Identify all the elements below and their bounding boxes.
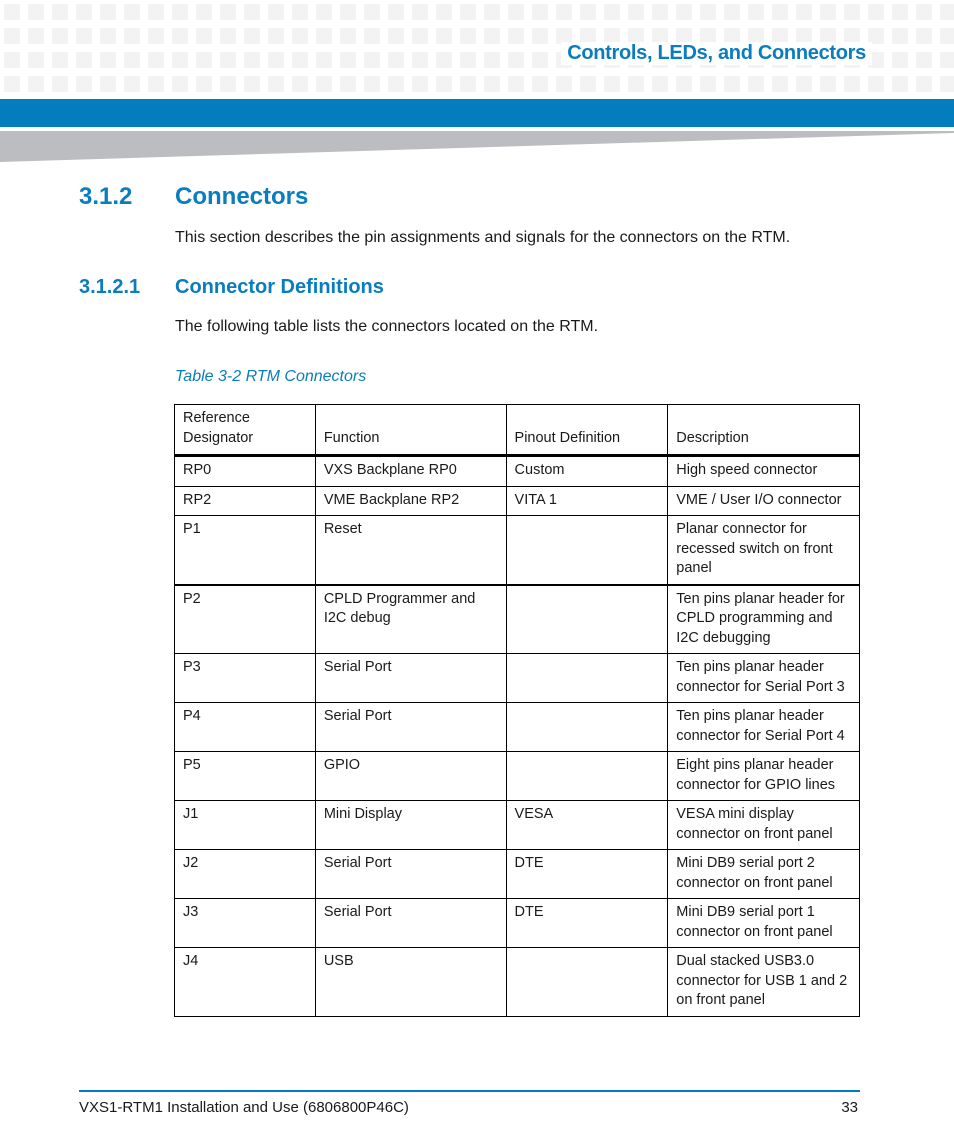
- cell-function: Serial Port: [314, 702, 507, 752]
- cell-description: Mini DB9 serial port 2 connector on fron…: [667, 849, 860, 899]
- table-row: P5 GPIO Eight pins planar header connector…: [174, 751, 860, 801]
- cell-function: CPLD Programmer and I2C debug: [314, 584, 507, 654]
- header-reference-designator: Reference Designator: [174, 404, 316, 457]
- cell-description: Ten pins planar header connector for Ser…: [667, 702, 860, 752]
- table-row: J3 Serial Port DTE Mini DB9 serial port 1 c…: [174, 898, 860, 948]
- section-number: 3.1.2: [79, 183, 133, 210]
- subsection-number: 3.1.2.1: [79, 276, 141, 298]
- table-row: P1 Reset Planar connector for recessed swi…: [174, 515, 860, 586]
- cell-description: Ten pins planar header for CPLD programm…: [667, 584, 860, 654]
- cell-description: Planar connector for recessed switch on …: [667, 515, 860, 586]
- table-row: P3 Serial Port Ten pins planar header conn…: [174, 653, 860, 703]
- cell-pinout-definition: [505, 702, 669, 752]
- cell-description: High speed connector: [667, 455, 860, 487]
- connectors-table: Reference Designator Function Pinout Def…: [174, 404, 860, 1017]
- table-row: J2 Serial Port DTE Mini DB9 serial port 2 c…: [174, 849, 860, 899]
- cell-reference-designator: RP2: [174, 485, 316, 516]
- cell-pinout-definition: [505, 515, 669, 586]
- cell-reference-designator: J1: [174, 800, 316, 850]
- header-pinout-definition: Pinout Definition: [505, 404, 669, 457]
- header-function: Function: [314, 404, 507, 457]
- cell-reference-designator: P4: [174, 702, 316, 752]
- header-description: Description: [667, 404, 860, 457]
- footer-rule: [79, 1090, 860, 1092]
- cell-function: USB: [314, 947, 507, 1017]
- subsection-heading: 3.1.2.1 Connector Definitions: [79, 276, 384, 299]
- cell-description: Ten pins planar header connector for Ser…: [667, 653, 860, 703]
- footer-document-title: VXS1-RTM1 Installation and Use (6806800P…: [79, 1099, 409, 1116]
- cell-function: GPIO: [314, 751, 507, 801]
- cell-function: Reset: [314, 515, 507, 586]
- cell-function: VME Backplane RP2: [314, 485, 507, 516]
- cell-description: Eight pins planar header connector for G…: [667, 751, 860, 801]
- cell-description: VME / User I/O connector: [667, 485, 860, 516]
- cell-pinout-definition: DTE: [505, 898, 669, 948]
- header-blue-band: [0, 99, 954, 127]
- section-heading: 3.1.2 Connectors: [79, 183, 308, 211]
- table-row: RP2 VME Backplane RP2 VITA 1 VME / User I/O…: [174, 485, 860, 516]
- header-gray-wedge: [0, 131, 954, 162]
- cell-pinout-definition: [505, 584, 669, 654]
- table-row: J1 Mini Display VESA VESA mini display conn…: [174, 800, 860, 850]
- cell-function: VXS Backplane RP0: [314, 455, 507, 487]
- cell-pinout-definition: [505, 653, 669, 703]
- cell-pinout-definition: [505, 947, 669, 1017]
- section-intro: This section describes the pin assignmen…: [175, 229, 791, 246]
- cell-reference-designator: P3: [174, 653, 316, 703]
- cell-description: Dual stacked USB3.0 connector for USB 1 …: [667, 947, 860, 1017]
- table-header-row: Reference Designator Function Pinout Def…: [174, 404, 860, 457]
- cell-description: Mini DB9 serial port 1 connector on fron…: [667, 898, 860, 948]
- subsection-title: Connector Definitions: [175, 276, 384, 298]
- cell-function: Serial Port: [314, 849, 507, 899]
- subsection-intro: The following table lists the connectors…: [175, 318, 599, 335]
- cell-pinout-definition: [505, 751, 669, 801]
- cell-reference-designator: J2: [174, 849, 316, 899]
- table-row: J4 USB Dual stacked USB3.0 connector for U…: [174, 947, 860, 1017]
- table-caption: Table 3-2 RTM Connectors: [175, 368, 367, 385]
- section-title: Connectors: [175, 183, 309, 210]
- cell-pinout-definition: Custom: [505, 455, 669, 487]
- cell-reference-designator: J3: [174, 898, 316, 948]
- cell-function: Mini Display: [314, 800, 507, 850]
- cell-reference-designator: J4: [174, 947, 316, 1017]
- cell-reference-designator: P5: [174, 751, 316, 801]
- cell-function: Serial Port: [314, 898, 507, 948]
- table-row: RP0 VXS Backplane RP0 Custom High speed con…: [174, 455, 860, 487]
- cell-function: Serial Port: [314, 653, 507, 703]
- cell-reference-designator: RP0: [174, 455, 316, 487]
- cell-pinout-definition: DTE: [505, 849, 669, 899]
- cell-description: VESA mini display connector on front pan…: [667, 800, 860, 850]
- cell-reference-designator: P2: [174, 584, 316, 654]
- cell-pinout-definition: VITA 1: [505, 485, 669, 516]
- table-row: P4 Serial Port Ten pins planar header conn…: [174, 702, 860, 752]
- running-header-title: Controls, LEDs, and Connectors: [561, 42, 872, 65]
- footer-page-number: 33: [841, 1099, 858, 1116]
- cell-pinout-definition: VESA: [505, 800, 669, 850]
- table-row: P2 CPLD Programmer and I2C debug Ten pins …: [174, 584, 860, 654]
- cell-reference-designator: P1: [174, 515, 316, 586]
